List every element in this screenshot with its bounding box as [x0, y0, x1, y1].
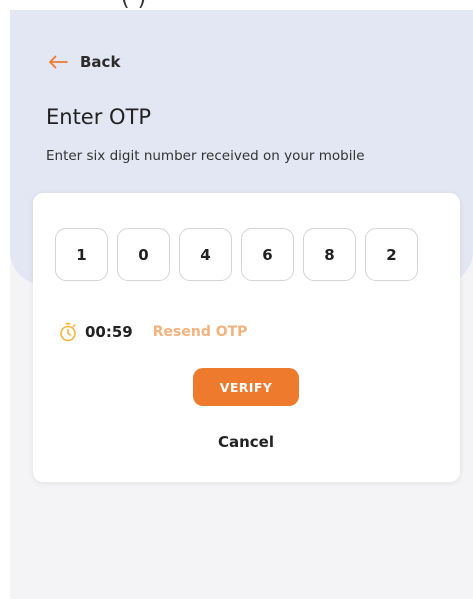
status-bar: ( ) [0, 0, 473, 10]
page-title: Enter OTP [46, 105, 152, 129]
otp-digit-2[interactable]: 0 [117, 228, 170, 281]
arrow-left-icon [48, 55, 68, 69]
otp-card: 1 0 4 6 8 2 00:59 Resend OTP VERIFY Canc… [33, 193, 460, 482]
otp-digit-5[interactable]: 8 [303, 228, 356, 281]
verify-button[interactable]: VERIFY [193, 368, 299, 406]
timer-countdown: 00:59 [85, 323, 133, 341]
otp-screen: Back Enter OTP Enter six digit number re… [10, 10, 473, 599]
otp-digit-4[interactable]: 6 [241, 228, 294, 281]
timer-row: 00:59 Resend OTP [59, 321, 247, 343]
otp-digit-6[interactable]: 2 [365, 228, 418, 281]
otp-digit-1[interactable]: 1 [55, 228, 108, 281]
otp-input-row: 1 0 4 6 8 2 [55, 228, 418, 281]
cancel-button[interactable]: Cancel [196, 430, 296, 454]
status-bar-fragment: ( ) [121, 0, 147, 10]
page-subtitle: Enter six digit number received on your … [46, 148, 365, 164]
stopwatch-icon [59, 322, 77, 342]
back-label: Back [80, 53, 121, 71]
otp-digit-3[interactable]: 4 [179, 228, 232, 281]
resend-otp-link[interactable]: Resend OTP [153, 324, 248, 340]
back-button[interactable]: Back [48, 51, 120, 73]
